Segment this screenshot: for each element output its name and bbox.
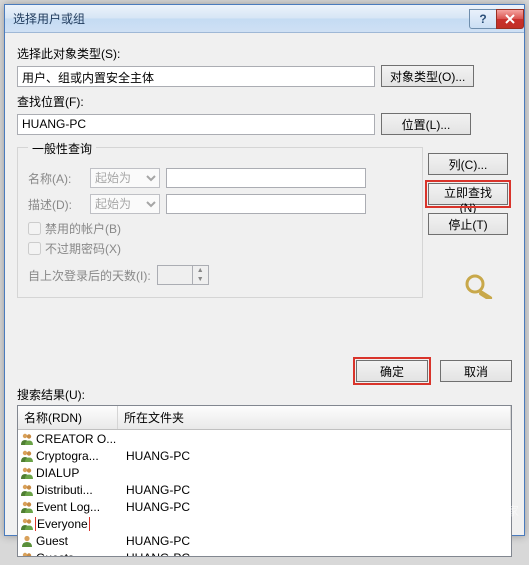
results-listview[interactable]: 名称(RDN) 所在文件夹 CREATOR O... Cryptogra... HU… <box>17 405 512 557</box>
row-name: Everyone <box>36 517 89 531</box>
desc-op-select[interactable]: 起始为 <box>90 194 160 214</box>
spinner-up-icon[interactable]: ▲ <box>193 266 208 275</box>
titlebar-text: 选择用户或组 <box>13 10 85 27</box>
object-type-field[interactable]: 用户、组或内置安全主体 <box>17 66 375 87</box>
common-queries-legend: 一般性查询 <box>28 140 96 157</box>
close-button[interactable] <box>496 9 524 29</box>
search-icon <box>462 273 498 299</box>
cancel-button[interactable]: 取消 <box>440 360 512 382</box>
results-label: 搜索结果(U): <box>17 386 512 403</box>
table-row[interactable]: Distributi... HUANG-PC <box>18 481 511 498</box>
stop-button[interactable]: 停止(T) <box>428 213 508 235</box>
table-row[interactable]: Guest HUANG-PC <box>18 532 511 549</box>
row-name: Guests <box>36 551 74 558</box>
help-icon: ? <box>479 12 486 26</box>
object-types-button[interactable]: 对象类型(O)... <box>381 65 474 87</box>
row-folder: HUANG-PC <box>120 483 509 497</box>
table-row[interactable]: Guests HUANG-PC <box>18 549 511 557</box>
find-now-button[interactable]: 立即查找(N) <box>428 183 508 205</box>
ok-button[interactable]: 确定 <box>356 360 428 382</box>
row-name: Distributi... <box>36 483 93 497</box>
common-queries-group: 一般性查询 名称(A): 起始为 描述(D): 起始为 禁用的帐户(B) 不过期… <box>17 147 423 298</box>
location-label: 查找位置(F): <box>17 93 512 110</box>
titlebar[interactable]: 选择用户或组 ? <box>5 5 524 33</box>
desc-label: 描述(D): <box>28 196 84 213</box>
row-name: Guest <box>36 534 68 548</box>
days-spinner[interactable]: ▲ ▼ <box>157 265 209 285</box>
location-field[interactable]: HUANG-PC <box>17 114 375 135</box>
columns-button[interactable]: 列(C)... <box>428 153 508 175</box>
row-folder: HUANG-PC <box>120 449 509 463</box>
row-folder: HUANG-PC <box>120 551 509 558</box>
table-row[interactable]: DIALUP <box>18 464 511 481</box>
dialog-window: 选择用户或组 ? 选择此对象类型(S): 用户、组或内置安全主体 对象类型(O)… <box>4 4 525 536</box>
row-name: Cryptogra... <box>36 449 99 463</box>
disabled-accounts-input[interactable] <box>28 222 41 235</box>
object-type-label: 选择此对象类型(S): <box>17 45 512 62</box>
table-row[interactable]: Cryptogra... HUANG-PC <box>18 447 511 464</box>
listview-header[interactable]: 名称(RDN) 所在文件夹 <box>18 406 511 430</box>
close-icon <box>505 14 515 24</box>
days-since-logon-label: 自上次登录后的天数(I): <box>28 267 151 284</box>
row-name: DIALUP <box>36 466 79 480</box>
help-button[interactable]: ? <box>469 9 497 29</box>
name-input[interactable] <box>166 168 366 188</box>
desc-input[interactable] <box>166 194 366 214</box>
name-op-select[interactable]: 起始为 <box>90 168 160 188</box>
disabled-accounts-checkbox[interactable]: 禁用的帐户(B) <box>28 220 412 237</box>
table-row[interactable]: Event Log... HUANG-PC <box>18 498 511 515</box>
noexpire-password-input[interactable] <box>28 242 41 255</box>
row-name: CREATOR O... <box>36 432 116 446</box>
locations-button[interactable]: 位置(L)... <box>381 113 471 135</box>
table-row[interactable]: CREATOR O... <box>18 430 511 447</box>
row-folder: HUANG-PC <box>120 534 509 548</box>
row-folder: HUANG-PC <box>120 500 509 514</box>
noexpire-password-checkbox[interactable]: 不过期密码(X) <box>28 240 412 257</box>
col-folder-header[interactable]: 所在文件夹 <box>118 406 511 429</box>
side-buttons: 列(C)... 立即查找(N) 停止(T) <box>428 153 508 235</box>
col-name-header[interactable]: 名称(RDN) <box>18 406 118 429</box>
name-label: 名称(A): <box>28 170 84 187</box>
spinner-down-icon[interactable]: ▼ <box>193 275 208 284</box>
row-name: Event Log... <box>36 500 100 514</box>
table-row[interactable]: Everyone <box>18 515 511 532</box>
client-area: 选择此对象类型(S): 用户、组或内置安全主体 对象类型(O)... 查找位置(… <box>5 33 524 565</box>
titlebar-buttons: ? <box>470 9 524 29</box>
